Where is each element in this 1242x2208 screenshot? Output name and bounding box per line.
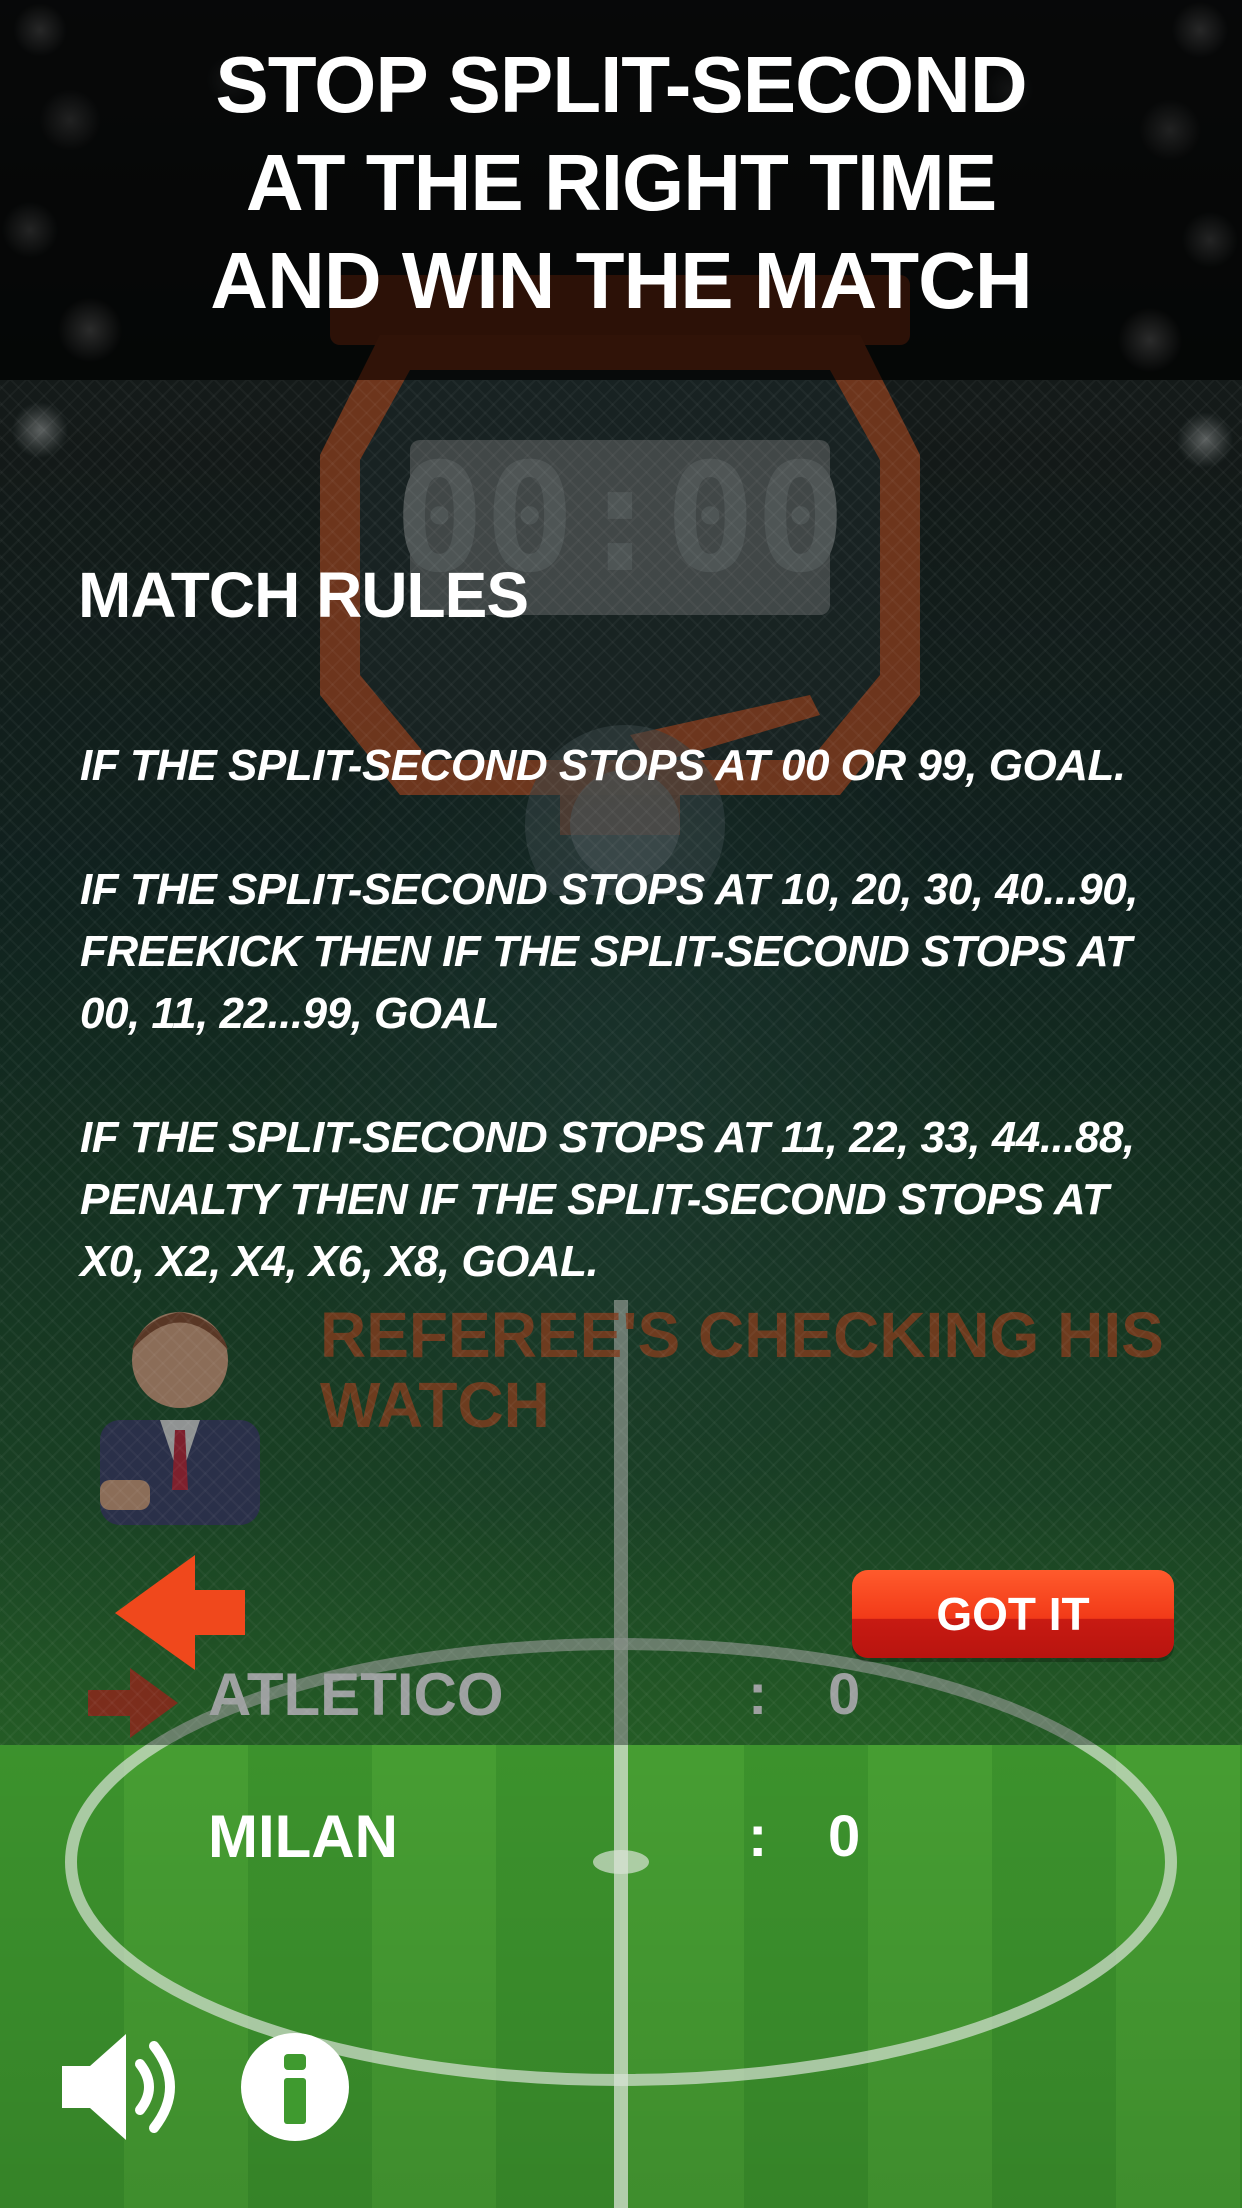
rules-list: IF THE SPLIT-SECOND STOPS AT 00 OR 99, G… xyxy=(80,735,1140,1355)
banner-title: STOP SPLIT-SECOND AT THE RIGHT TIME AND … xyxy=(210,40,1032,325)
promo-banner: STOP SPLIT-SECOND AT THE RIGHT TIME AND … xyxy=(0,0,1242,380)
speaker-icon[interactable] xyxy=(62,2028,187,2146)
rule-item: IF THE SPLIT-SECOND STOPS AT 11, 22, 33,… xyxy=(80,1113,1135,1286)
team-score: 0 xyxy=(828,1804,861,1869)
rule-item: IF THE SPLIT-SECOND STOPS AT 10, 20, 30,… xyxy=(80,865,1138,1038)
rules-title: MATCH RULES xyxy=(78,559,529,631)
scoreboard-row-milan: MILAN : 0 xyxy=(0,1792,1242,1882)
rule-item: IF THE SPLIT-SECOND STOPS AT 00 OR 99, G… xyxy=(80,741,1126,790)
back-arrow-icon[interactable] xyxy=(115,1555,245,1670)
got-it-button[interactable]: GOT IT xyxy=(852,1570,1174,1658)
score-separator: : xyxy=(748,1804,768,1869)
rules-overlay: MATCH RULES IF THE SPLIT-SECOND STOPS AT… xyxy=(0,380,1242,1745)
info-icon[interactable] xyxy=(240,2032,350,2142)
team-name: MILAN xyxy=(208,1803,398,1870)
